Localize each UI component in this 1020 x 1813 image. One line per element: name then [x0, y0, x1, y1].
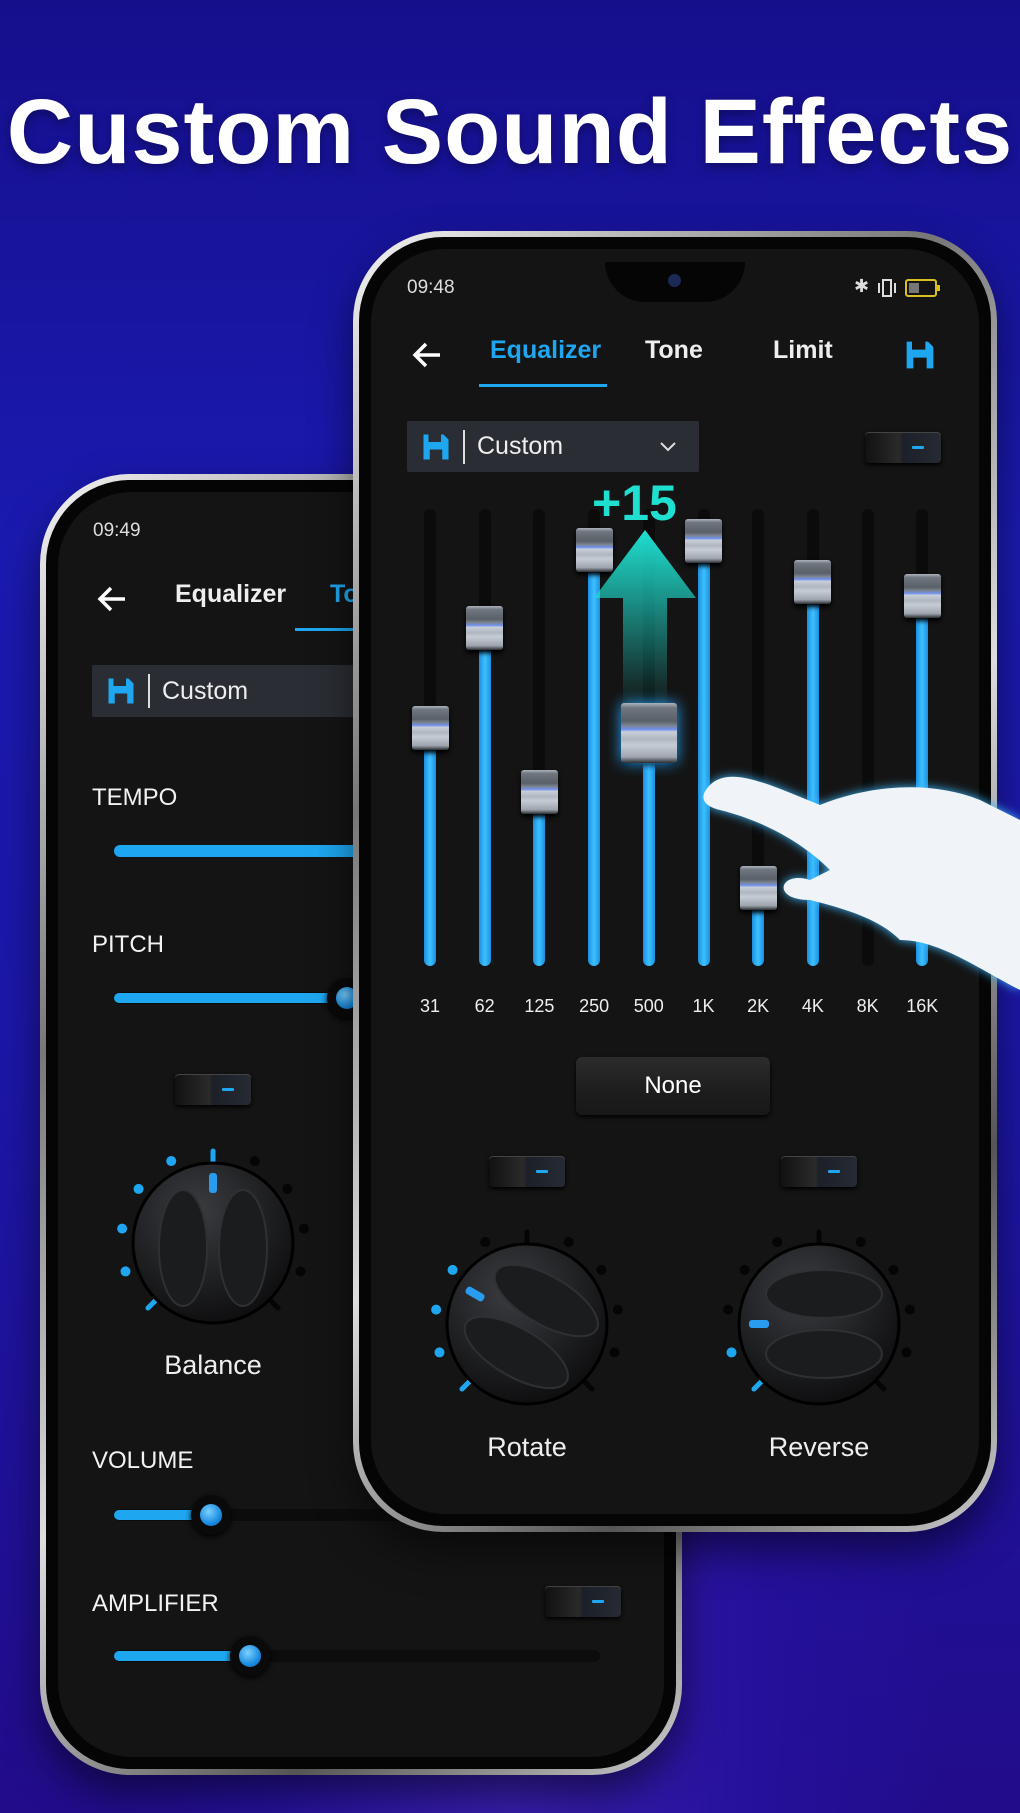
- eq-band-125-slider[interactable]: [533, 509, 546, 966]
- preset-dropdown[interactable]: Custom: [407, 421, 699, 472]
- eq-band-62-slider[interactable]: [478, 509, 491, 966]
- eq-toggle[interactable]: [865, 432, 941, 463]
- camera: [668, 274, 681, 287]
- knob-tick: [612, 1304, 623, 1315]
- eq-band-thumb[interactable]: [411, 706, 449, 751]
- boost-arrow-icon: [594, 530, 696, 708]
- chevron-down-icon: [660, 441, 676, 451]
- eq-band-thumb[interactable]: [620, 702, 677, 763]
- eq-band-fill: [533, 792, 546, 966]
- knob-tick: [888, 1264, 899, 1275]
- eq-band-label: 62: [474, 996, 495, 1016]
- tab-underline: [479, 384, 607, 387]
- eq-band-fill: [478, 627, 491, 966]
- save-icon[interactable]: [904, 339, 936, 371]
- eq-band-label: 31: [419, 996, 441, 1016]
- vibrate-icon: [878, 279, 896, 297]
- knob-tick: [480, 1237, 491, 1248]
- reverse-label: Reverse: [768, 1432, 870, 1462]
- tab-tone[interactable]: Tone: [645, 336, 703, 365]
- eq-band-thumb[interactable]: [520, 770, 558, 815]
- knob-tick: [873, 1378, 887, 1392]
- knob-tick: [563, 1237, 574, 1248]
- knob-tick: [751, 1378, 765, 1392]
- knob-tick: [447, 1264, 458, 1275]
- eq-band-thumb[interactable]: [794, 560, 832, 605]
- tab-equalizer[interactable]: Equalizer: [490, 336, 601, 365]
- rotate-toggle[interactable]: [489, 1156, 565, 1187]
- knob-tick: [726, 1347, 737, 1358]
- eq-band-label: 125: [524, 996, 555, 1016]
- eq-band-thumb[interactable]: [903, 573, 941, 618]
- reverb-preset-button[interactable]: None: [576, 1057, 770, 1115]
- arrow-left-icon[interactable]: [412, 342, 442, 368]
- reverse-knob[interactable]: [719, 1224, 919, 1424]
- knob-tick: [855, 1237, 866, 1248]
- bluetooth-icon: ✱: [854, 276, 870, 296]
- knob-tick: [723, 1304, 734, 1315]
- knob-tick: [901, 1347, 912, 1358]
- eq-band-thumb[interactable]: [466, 605, 504, 650]
- reverse-toggle[interactable]: [781, 1156, 857, 1187]
- eq-band-fill: [642, 732, 655, 966]
- knob-tick: [739, 1264, 750, 1275]
- save-icon: [423, 434, 449, 459]
- front-phone-screen: 09:48 ✱ Equalizer Tone Limit Custom 31 62…: [0, 0, 1020, 1813]
- knob-tick: [431, 1304, 442, 1315]
- knob-tick: [772, 1237, 783, 1248]
- knob-tick: [581, 1378, 595, 1392]
- notch: [605, 262, 745, 302]
- eq-band-fill: [424, 728, 436, 966]
- knob-tick: [434, 1347, 445, 1358]
- rotate-label: Rotate: [487, 1432, 567, 1462]
- eq-band-label: 500: [633, 996, 664, 1016]
- knob-indicator: [749, 1320, 769, 1328]
- preset-value: Custom: [477, 432, 564, 460]
- boost-label: +15: [592, 475, 677, 531]
- knob-tick: [459, 1378, 473, 1392]
- knob-tick: [596, 1264, 607, 1275]
- eq-band-label: 250: [579, 996, 610, 1016]
- status-time: 09:48: [407, 277, 455, 298]
- tab-limit[interactable]: Limit: [773, 336, 833, 365]
- knob-tick: [904, 1304, 915, 1315]
- hand-pointer-illustration: [703, 776, 1020, 990]
- battery-icon: [905, 279, 940, 297]
- knob-tick: [609, 1347, 620, 1358]
- rotate-knob[interactable]: [427, 1224, 627, 1424]
